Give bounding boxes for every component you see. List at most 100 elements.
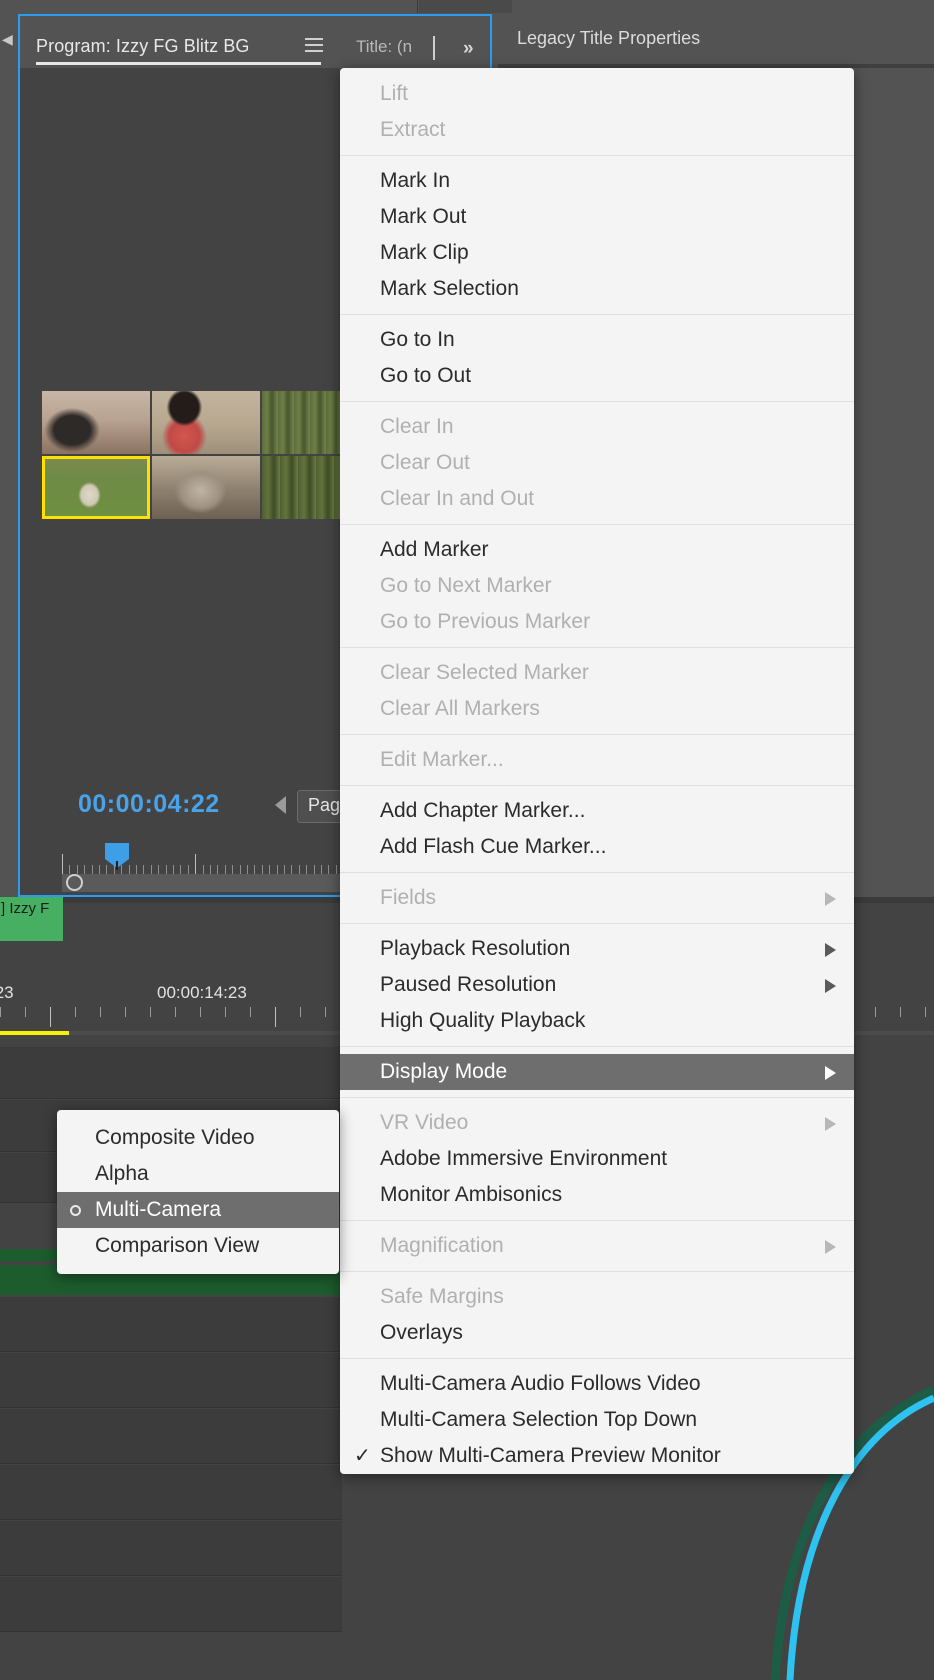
jog-ruler-tick: [84, 865, 86, 874]
menu-item-mark-out[interactable]: Mark Out: [340, 199, 854, 235]
timeline-track-row-6[interactable]: [0, 1409, 342, 1464]
jog-ruler-tick: [187, 865, 189, 874]
menu-item-clear-in: Clear In: [340, 409, 854, 445]
jog-ruler-tick: [328, 865, 330, 874]
menu-item-show-multi-camera-preview-monitor[interactable]: ✓ Show Multi-Camera Preview Monitor: [340, 1438, 854, 1474]
submenu-item-alpha[interactable]: Alpha: [57, 1156, 339, 1192]
jog-ruler-tick: [202, 865, 204, 874]
menu-item-label: Edit Marker...: [380, 748, 504, 771]
timeline-track-row-4[interactable]: [0, 1297, 342, 1352]
menu-item-mark-in[interactable]: Mark In: [340, 163, 854, 199]
menu-item-add-marker[interactable]: Add Marker: [340, 532, 854, 568]
menu-item-edit-marker: Edit Marker...: [340, 742, 854, 778]
jog-ruler-tick: [247, 865, 248, 874]
multicam-cell-2[interactable]: [152, 391, 260, 454]
menu-item-overlays[interactable]: Overlays: [340, 1315, 854, 1351]
menu-item-label: Magnification: [380, 1234, 504, 1257]
jog-ruler-tick: [195, 854, 197, 874]
menu-item-paused-resolution[interactable]: Paused Resolution: [340, 967, 854, 1003]
timeline-ruler-tick: [225, 1007, 226, 1017]
timeline-track-row-9[interactable]: [0, 1577, 342, 1632]
thumbnail-dog-by-shelf: [152, 456, 260, 519]
menu-item-label: Clear Selected Marker: [380, 661, 589, 684]
timeline-track-row-5[interactable]: [0, 1353, 342, 1408]
submenu-arrow-icon: [825, 943, 836, 957]
jog-ruler-tick: [254, 865, 256, 874]
menu-item-multi-camera-selection-top-down[interactable]: Multi-Camera Selection Top Down: [340, 1402, 854, 1438]
menu-item-playback-resolution[interactable]: Playback Resolution: [340, 931, 854, 967]
submenu-item-comparison-view[interactable]: Comparison View: [57, 1228, 339, 1264]
submenu-arrow-icon: [825, 1066, 836, 1080]
scrub-bar[interactable]: [62, 874, 360, 892]
program-monitor-context-menu[interactable]: Lift Extract Mark In Mark Out Mark Clip Mark …: [340, 68, 854, 1474]
timeline-ruler-tick: [925, 1007, 926, 1017]
submenu-arrow-icon: [825, 892, 836, 906]
menu-item-label: Go to In: [380, 328, 455, 351]
timeline-track-row-8[interactable]: [0, 1521, 342, 1576]
menu-item-extract: Extract: [340, 112, 854, 148]
menu-item-mark-selection[interactable]: Mark Selection: [340, 271, 854, 307]
menu-item-add-chapter-marker[interactable]: Add Chapter Marker...: [340, 793, 854, 829]
menu-item-go-to-out[interactable]: Go to Out: [340, 358, 854, 394]
menu-item-label: Clear In and Out: [380, 487, 535, 510]
playhead-head: [105, 843, 129, 859]
jog-ruler-tick: [158, 865, 160, 874]
menu-item-add-flash-cue-marker[interactable]: Add Flash Cue Marker...: [340, 829, 854, 865]
multicam-cell-5[interactable]: [152, 456, 260, 519]
menu-item-clear-in-and-out: Clear In and Out: [340, 481, 854, 517]
previous-page-icon[interactable]: [275, 796, 286, 814]
menu-item-label: Clear In: [380, 415, 454, 438]
menu-item-high-quality-playback[interactable]: High Quality Playback: [340, 1003, 854, 1039]
submenu-item-label: Multi-Camera: [95, 1198, 222, 1221]
menu-item-adobe-immersive-environment[interactable]: Adobe Immersive Environment: [340, 1141, 854, 1177]
playhead-stem: [116, 861, 118, 870]
submenu-item-label: Composite Video: [95, 1126, 255, 1149]
jog-ruler-tick: [165, 865, 167, 874]
thumbnail-dog-on-grass: [42, 456, 150, 519]
menu-item-label: Mark Selection: [380, 277, 519, 300]
scrub-knob[interactable]: [66, 874, 83, 891]
jog-ruler-tick: [91, 865, 93, 874]
more-tabs-chevron-icon[interactable]: »: [463, 38, 474, 60]
menu-item-mark-clip[interactable]: Mark Clip: [340, 235, 854, 271]
jog-ruler-tick: [62, 854, 63, 874]
timeline-ruler-tick: [875, 1007, 876, 1017]
multicam-cell-1[interactable]: [42, 391, 150, 454]
timeline-track-row-7[interactable]: [0, 1465, 342, 1520]
menu-item-display-mode[interactable]: Display Mode: [340, 1054, 854, 1090]
timeline-ruler-tick: [300, 1007, 301, 1017]
bg-tab-right[interactable]: [513, 0, 934, 13]
timeline-ruler-tick: [325, 1007, 326, 1017]
tab-program-monitor[interactable]: Program: Izzy FG Blitz BG: [36, 36, 250, 57]
panel-menu-icon[interactable]: [305, 38, 323, 52]
menu-item-multi-camera-audio-follows-video[interactable]: Multi-Camera Audio Follows Video: [340, 1366, 854, 1402]
bg-tab-middle[interactable]: [419, 0, 512, 13]
jog-ruler-tick: [269, 865, 271, 874]
submenu-arrow-icon: [825, 1117, 836, 1131]
display-mode-submenu[interactable]: Composite Video Alpha Multi-Camera Comparis…: [57, 1110, 339, 1274]
menu-item-monitor-ambisonics[interactable]: Monitor Ambisonics: [340, 1177, 854, 1213]
menu-item-label: Adobe Immersive Environment: [380, 1147, 668, 1170]
panel-scroll-left-icon[interactable]: ◀: [2, 32, 13, 46]
tab-title-panel[interactable]: Title: (n: [356, 37, 412, 57]
tab-legacy-title-properties[interactable]: Legacy Title Properties: [517, 28, 700, 49]
jog-ruler-tick: [261, 865, 263, 874]
menu-item-fields: Fields: [340, 880, 854, 916]
menu-item-go-to-in[interactable]: Go to In: [340, 322, 854, 358]
bg-tab-left[interactable]: [0, 0, 418, 13]
timeline-track-row-1[interactable]: [0, 1047, 342, 1099]
current-timecode[interactable]: 00:00:04:22: [78, 790, 220, 819]
timeline-in-out-range[interactable]: [0, 1031, 69, 1035]
thumbnail-woman-with-dog: [152, 391, 260, 454]
menu-separator: [340, 785, 854, 786]
menu-separator: [340, 1271, 854, 1272]
submenu-item-multi-camera[interactable]: Multi-Camera: [57, 1192, 339, 1228]
text-cursor-icon: [433, 36, 435, 60]
timeline-ruler-tick: [275, 1007, 276, 1027]
multicam-cell-4-active[interactable]: [42, 456, 150, 519]
timeline-ruler-tick: [100, 1007, 101, 1017]
playhead-marker[interactable]: [105, 843, 129, 870]
active-tab-underline: [36, 62, 321, 65]
timeline-clip[interactable]: ] Izzy F: [0, 897, 63, 941]
submenu-item-composite-video[interactable]: Composite Video: [57, 1120, 339, 1156]
